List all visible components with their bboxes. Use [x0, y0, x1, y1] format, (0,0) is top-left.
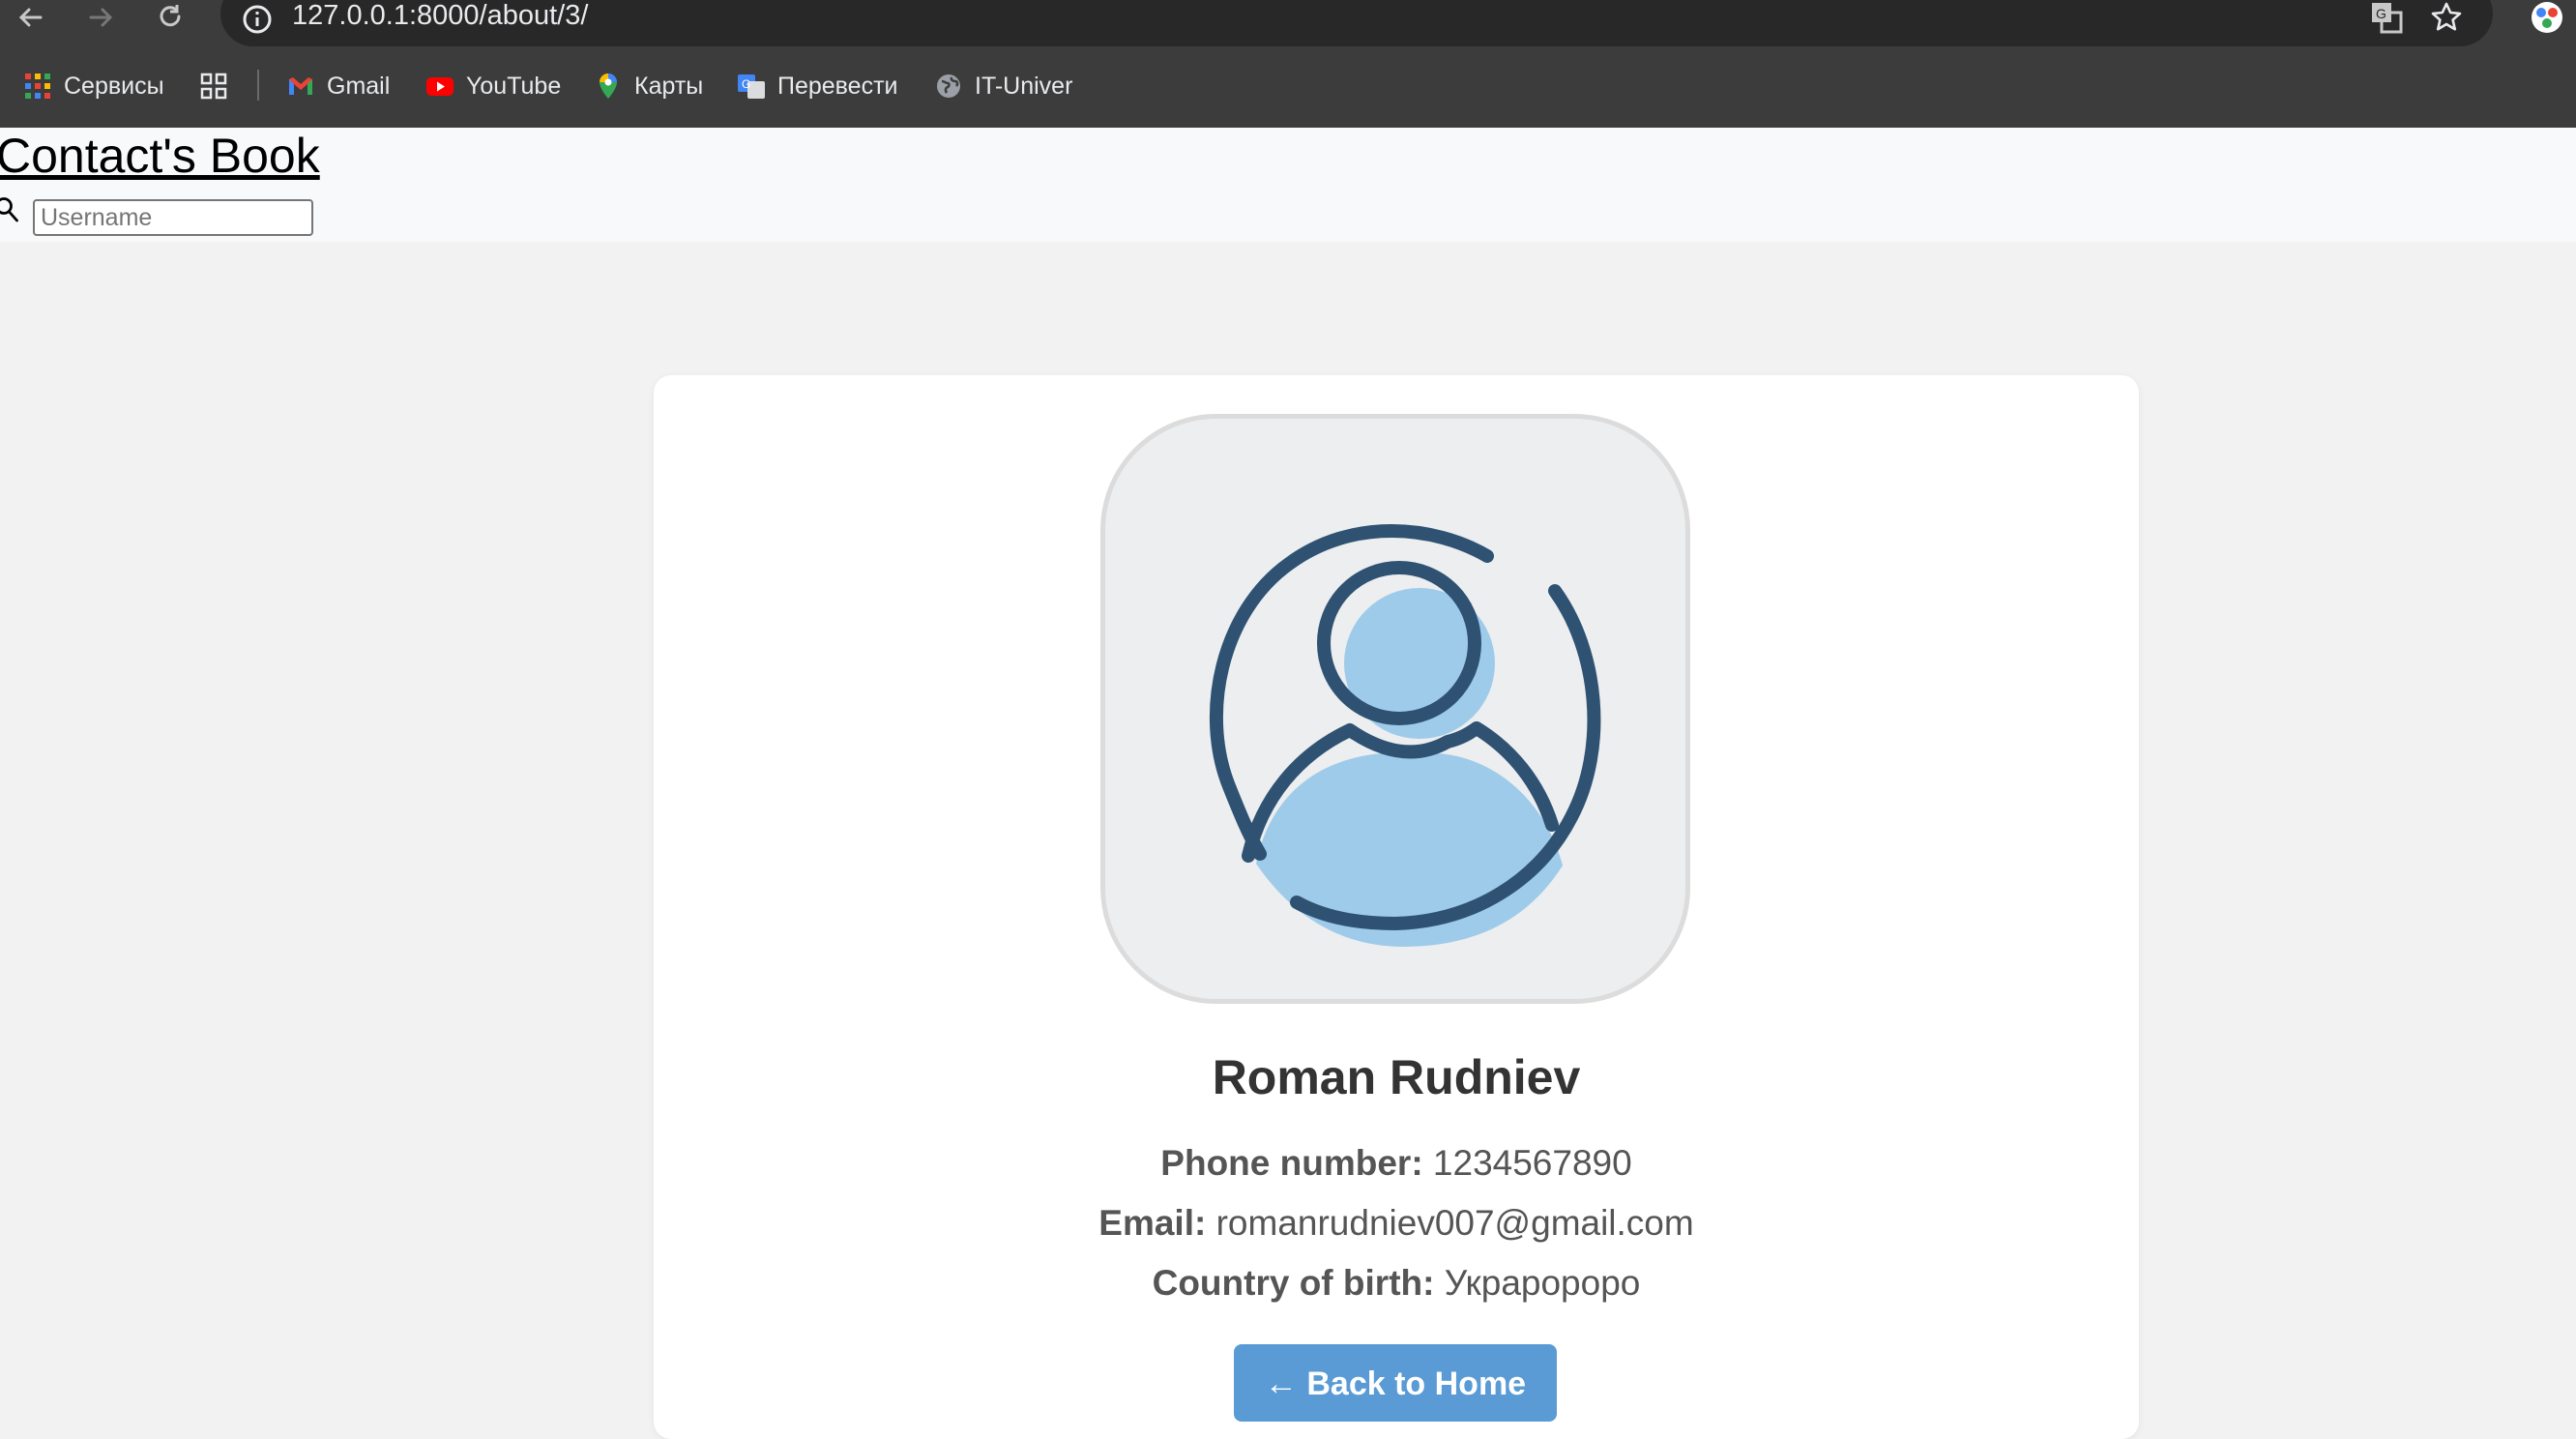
bookmark-tab-groups[interactable]: [199, 70, 228, 103]
bookmark-label: YouTube: [466, 72, 562, 100]
search-input[interactable]: [33, 199, 313, 236]
contact-name: Roman Rudniev: [1212, 1050, 1581, 1104]
bookmarks-bar: Сервисы Gmail YouTube Карты G Перевести …: [0, 62, 2576, 110]
address-bar[interactable]: 127.0.0.1:8000/about/3/ G: [220, 0, 2493, 46]
bookmark-services[interactable]: Сервисы: [23, 70, 164, 103]
browser-toolbar: 127.0.0.1:8000/about/3/ G Сервисы Gmail …: [0, 0, 2576, 128]
globe-icon: [934, 72, 963, 101]
site-header: Contact's Book: [0, 128, 2576, 242]
back-arrow-icon[interactable]: [12, 0, 50, 35]
phone-line: Phone number: 1234567890: [654, 1143, 2139, 1184]
bookmark-it-univer[interactable]: IT-Univer: [934, 70, 1072, 103]
translate-icon: G: [737, 72, 766, 101]
bookmark-youtube[interactable]: YouTube: [425, 70, 561, 103]
maps-pin-icon: [594, 72, 623, 101]
translate-page-icon[interactable]: G: [2369, 0, 2404, 35]
bookmark-separator: [257, 70, 259, 101]
email-value: romanrudniev007@gmail.com: [1215, 1203, 1694, 1243]
bookmark-label: IT-Univer: [975, 72, 1073, 100]
phone-label: Phone number:: [1160, 1143, 1423, 1183]
country-label: Country of birth:: [1152, 1263, 1435, 1303]
bookmark-label: Gmail: [327, 72, 391, 100]
search-icon: [0, 195, 23, 228]
back-to-home-button[interactable]: ← Back to Home: [1234, 1344, 1557, 1422]
svg-text:G: G: [742, 77, 750, 91]
bookmark-label: Перевести: [777, 72, 898, 100]
bookmark-gmail[interactable]: Gmail: [286, 70, 390, 103]
avatar: [1100, 414, 1690, 1004]
reload-icon[interactable]: [151, 0, 190, 35]
site-title-link[interactable]: Contact's Book: [0, 128, 320, 184]
bookmark-label: Карты: [634, 72, 704, 100]
bookmark-label: Сервисы: [64, 72, 164, 100]
youtube-icon: [425, 72, 454, 101]
phone-value: 1234567890: [1432, 1143, 1632, 1183]
user-avatar-icon: [1209, 524, 1601, 947]
country-value: Украророро: [1444, 1263, 1641, 1303]
profile-extension-icon[interactable]: [2530, 0, 2564, 35]
email-line: Email: romanrudniev007@gmail.com: [654, 1203, 2139, 1244]
site-info-icon[interactable]: [240, 2, 275, 37]
gmail-icon: [286, 72, 315, 101]
svg-text:G: G: [2376, 6, 2386, 21]
country-line: Country of birth: Украророро: [654, 1263, 2139, 1304]
apps-grid-icon: [23, 72, 52, 101]
email-label: Email:: [1098, 1203, 1207, 1243]
bookmark-translate[interactable]: G Перевести: [737, 70, 898, 103]
bookmark-star-icon[interactable]: [2429, 0, 2464, 35]
bookmark-maps[interactable]: Карты: [594, 70, 703, 103]
url-text[interactable]: 127.0.0.1:8000/about/3/: [292, 0, 588, 32]
tab-groups-icon: [199, 72, 228, 101]
forward-arrow-icon[interactable]: [81, 0, 120, 35]
